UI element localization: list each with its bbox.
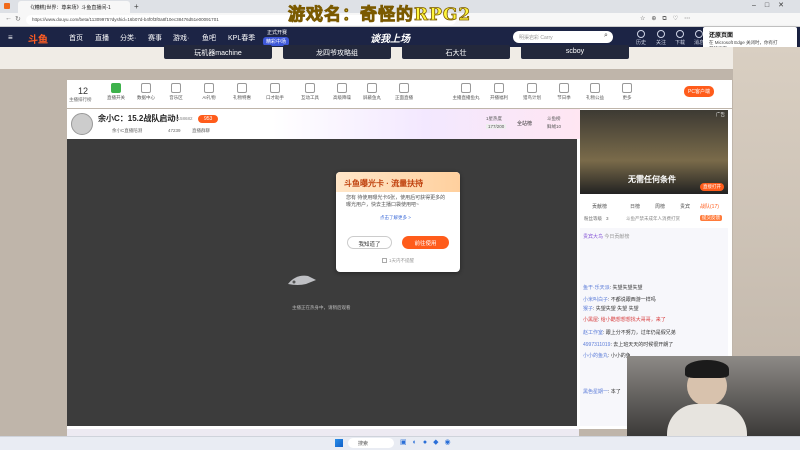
- ad-label: 广告: [716, 112, 725, 117]
- video-player[interactable]: [67, 139, 577, 426]
- chat-line: 猴子: 失望失望 失望 失望: [583, 306, 639, 312]
- history-icon[interactable]: 历史: [632, 30, 650, 46]
- follow-icon[interactable]: 关注: [652, 30, 670, 46]
- nav-events[interactable]: 赛事: [148, 33, 162, 43]
- nav-games[interactable]: 游戏·: [173, 33, 189, 43]
- followers-count: 47239: [168, 128, 181, 133]
- ad-caption: 无需任何条件: [628, 175, 676, 184]
- start-icon[interactable]: [335, 439, 343, 447]
- tool-item[interactable]: 互动工具: [296, 83, 324, 101]
- room-title: 余小C：15.2战队启动！: [98, 114, 184, 123]
- tool-item[interactable]: 更多: [613, 83, 641, 101]
- promo-top[interactable]: 正式开赛: [267, 29, 287, 36]
- streamer-webcam: [627, 356, 800, 436]
- fans-level-value: 3: [606, 216, 609, 221]
- toast-title: 还原页面: [709, 33, 734, 39]
- chat-line: 赵工作室: 跟上分不努力，过年仍是假兄弟: [583, 330, 676, 336]
- chat-line: 鱼干·乐天派: 失望失望失望: [583, 285, 643, 291]
- modal-body: 您有 待使用曝光卡6张，使用后可获得更多的曝光用户，快去主播口袋使用吧~: [346, 195, 446, 208]
- streamer-shirt: [667, 404, 747, 436]
- taskbar-apps[interactable]: ▣◐●◆◉: [400, 438, 457, 446]
- search-icon[interactable]: ⌕: [604, 32, 608, 40]
- fans-club-badge[interactable]: 全站榜: [517, 120, 532, 127]
- side-tab[interactable]: 周榜: [655, 203, 665, 210]
- tool-item[interactable]: 屏蔽鱼丸: [358, 83, 386, 101]
- site-header: ≡ 斗鱼 首页 直播 分类· 赛事 游戏· 鱼吧 KPL春季 正式开赛 精彩中场…: [0, 27, 800, 47]
- no-remind-checkbox[interactable]: [382, 258, 387, 263]
- chat-line: 贵宾大鸟 今日贡献榜: [583, 234, 630, 240]
- nav-fishbar[interactable]: 鱼吧: [202, 33, 216, 43]
- minor-notice: 斗鱼严禁未成年人消费打赏: [626, 216, 680, 221]
- chat-line: 4997311019: 去上班天天的时候很开朗了: [583, 342, 674, 348]
- download-icon[interactable]: 下载: [671, 30, 689, 46]
- no-remind-label: 1天内不提醒: [389, 258, 415, 263]
- refresh-icon[interactable]: ↻: [15, 15, 21, 23]
- side-tab[interactable]: 贡献榜: [592, 203, 607, 210]
- buffering-text: 主播正在热身中，请稍后观看: [292, 305, 351, 310]
- fans-level-label: 粉丝等级: [584, 216, 602, 221]
- side-tab[interactable]: 贵宾: [680, 203, 690, 210]
- rec-chip[interactable]: scboy: [521, 45, 629, 59]
- stream-overlay-title: 游戏名：奇怪的RPG2: [288, 5, 472, 26]
- nav-home[interactable]: 首页: [69, 33, 83, 43]
- streamer-hair: [685, 360, 729, 378]
- tool-item[interactable]: 高级降噪: [328, 83, 356, 101]
- hot-value: 鲜绒10: [547, 124, 562, 129]
- room-tag[interactable]: 直播群聊: [192, 128, 210, 134]
- tool-item[interactable]: 正面直播: [390, 83, 418, 101]
- rank-label: 1星热度: [486, 116, 503, 121]
- side-tab[interactable]: 日榜: [630, 203, 640, 210]
- modal-title: 斗鱼曝光卡 · 流量扶持: [344, 179, 424, 188]
- tool-item[interactable]: 数据中心: [132, 83, 160, 101]
- tool-item[interactable]: 音乐区: [162, 83, 190, 101]
- new-tab-icon[interactable]: +: [134, 2, 139, 11]
- loading-fish-icon: [286, 272, 318, 288]
- douyu-favicon-icon: [4, 3, 10, 9]
- rec-chip[interactable]: 玩机器machine: [164, 45, 272, 59]
- rank-count[interactable]: 12: [78, 86, 88, 96]
- avatar[interactable]: [71, 113, 93, 135]
- tool-item[interactable]: 礼物公益: [581, 83, 609, 101]
- ad-open-button[interactable]: 直接打开: [700, 183, 724, 191]
- fans-button[interactable]: 953: [198, 115, 219, 123]
- room-number: 5158682: [175, 116, 193, 121]
- taskbar-search[interactable]: 搜索: [348, 438, 394, 448]
- tool-item[interactable]: 猎鸟计划: [518, 83, 546, 101]
- rec-chip[interactable]: 龙四爷攻略组: [283, 45, 391, 59]
- nav-live[interactable]: 直播: [95, 33, 109, 43]
- room-tag[interactable]: 余小C直播陪测: [112, 128, 142, 134]
- chat-line: 小黑屋: 给小酷想想想找大哥哥，来了: [583, 317, 666, 323]
- back-icon[interactable]: ←: [5, 15, 12, 22]
- tool-item[interactable]: AI礼物: [195, 83, 223, 101]
- side-tab[interactable]: 战队(17): [700, 203, 719, 210]
- chat-line: 小米叫白子: 不都说跟西游一样吗: [583, 297, 656, 303]
- rank-count-label: 主播排行榜: [69, 97, 92, 102]
- menu-icon[interactable]: ≡: [8, 33, 13, 42]
- browser-toolbar-icons[interactable]: ☆⊕⧉♡⋯: [640, 15, 696, 23]
- feedback-button[interactable]: 提交反馈: [700, 215, 722, 221]
- search-input[interactable]: 明渠岩彩 Carry: [513, 31, 613, 43]
- dismiss-button[interactable]: 我知道了: [347, 236, 392, 249]
- window-controls[interactable]: –□✕: [752, 1, 793, 9]
- rec-chip[interactable]: 石大壮: [402, 45, 510, 59]
- nav-kpl[interactable]: KPL春季: [228, 33, 255, 43]
- site-logo[interactable]: 斗鱼: [28, 31, 48, 46]
- rank-value: 177/200: [486, 124, 507, 129]
- tool-item[interactable]: 节日季: [550, 83, 578, 101]
- use-now-button[interactable]: 前往使用: [402, 236, 449, 249]
- tool-item[interactable]: 礼物特惠: [228, 83, 256, 101]
- tool-item[interactable]: 主播直播鱼丸: [452, 83, 480, 101]
- nav-category[interactable]: 分类·: [120, 33, 136, 43]
- tool-item[interactable]: 口才助手: [261, 83, 289, 101]
- tool-item[interactable]: 开播福利: [485, 83, 513, 101]
- modal-link[interactable]: 点击了解更多 >: [380, 215, 411, 221]
- recommend-strip: [0, 47, 800, 69]
- pc-client-button[interactable]: PC客户端: [684, 86, 714, 97]
- browser-tab[interactable]: 《(糟糕)世界：尊来场》斗鱼直播间-1: [18, 1, 130, 13]
- header-banner[interactable]: 谈我上场: [370, 30, 410, 45]
- tool-item[interactable]: 直播开关: [102, 83, 130, 101]
- hot-label: 斗鱼榜: [547, 116, 561, 121]
